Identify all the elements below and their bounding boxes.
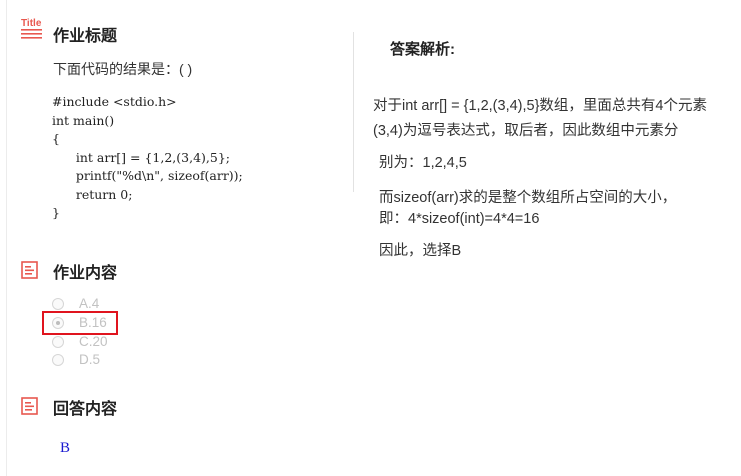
- option-c-label: C.20: [79, 334, 108, 349]
- code-line: return 0;: [52, 186, 133, 202]
- section-title-homework-title: 作业标题: [53, 28, 118, 45]
- title-icon: Title: [20, 16, 44, 47]
- analysis-line: 对于int arr[] = {1,2,(3,4),5}数组，里面总共有4个元素: [373, 98, 707, 114]
- radio-a[interactable]: [52, 297, 64, 310]
- submitted-answer: B: [60, 440, 71, 456]
- analysis-line: 别为：1,2,4,5: [379, 155, 467, 171]
- analysis-line: (3,4)为逗号表达式，取后者，因此数组中元素分: [373, 123, 679, 139]
- option-a-label: A.4: [79, 296, 100, 311]
- option-a[interactable]: A.4: [52, 296, 99, 311]
- code-line: printf("%d\n", sizeof(arr));: [52, 168, 243, 183]
- option-c[interactable]: C.20: [52, 334, 108, 349]
- option-d[interactable]: D.5: [52, 352, 100, 367]
- code-line: #include <stdio.h>: [52, 94, 177, 109]
- radio-d[interactable]: [52, 353, 64, 366]
- option-d-label: D.5: [79, 352, 101, 367]
- svg-text:Title: Title: [21, 18, 42, 29]
- code-line: {: [52, 131, 60, 146]
- selected-answer-highlight: [42, 311, 118, 335]
- analysis-line: 而sizeof(arr)求的是整个数组所占空间的大小，: [379, 190, 677, 206]
- section-title-homework-content: 作业内容: [53, 265, 118, 282]
- section-title-answer-content: 回答内容: [53, 401, 118, 418]
- document-list-icon: [20, 260, 40, 285]
- document-list-icon: [20, 396, 40, 421]
- analysis-line: 即：4*sizeof(int)=4*4=16: [379, 211, 540, 227]
- code-line: }: [52, 205, 60, 220]
- question-text: 下面代码的结果是：( ): [53, 61, 193, 77]
- column-divider: [353, 32, 354, 192]
- radio-c[interactable]: [52, 335, 64, 348]
- analysis-title: 答案解析:: [390, 41, 455, 58]
- code-block: #include <stdio.h> int main() { int arr[…: [52, 93, 243, 223]
- code-line: int arr[] = {1,2,(3,4),5};: [52, 149, 230, 165]
- analysis-line: 因此，选择B: [379, 243, 462, 259]
- page-left-border: [6, 0, 7, 476]
- code-line: int main(): [52, 112, 115, 128]
